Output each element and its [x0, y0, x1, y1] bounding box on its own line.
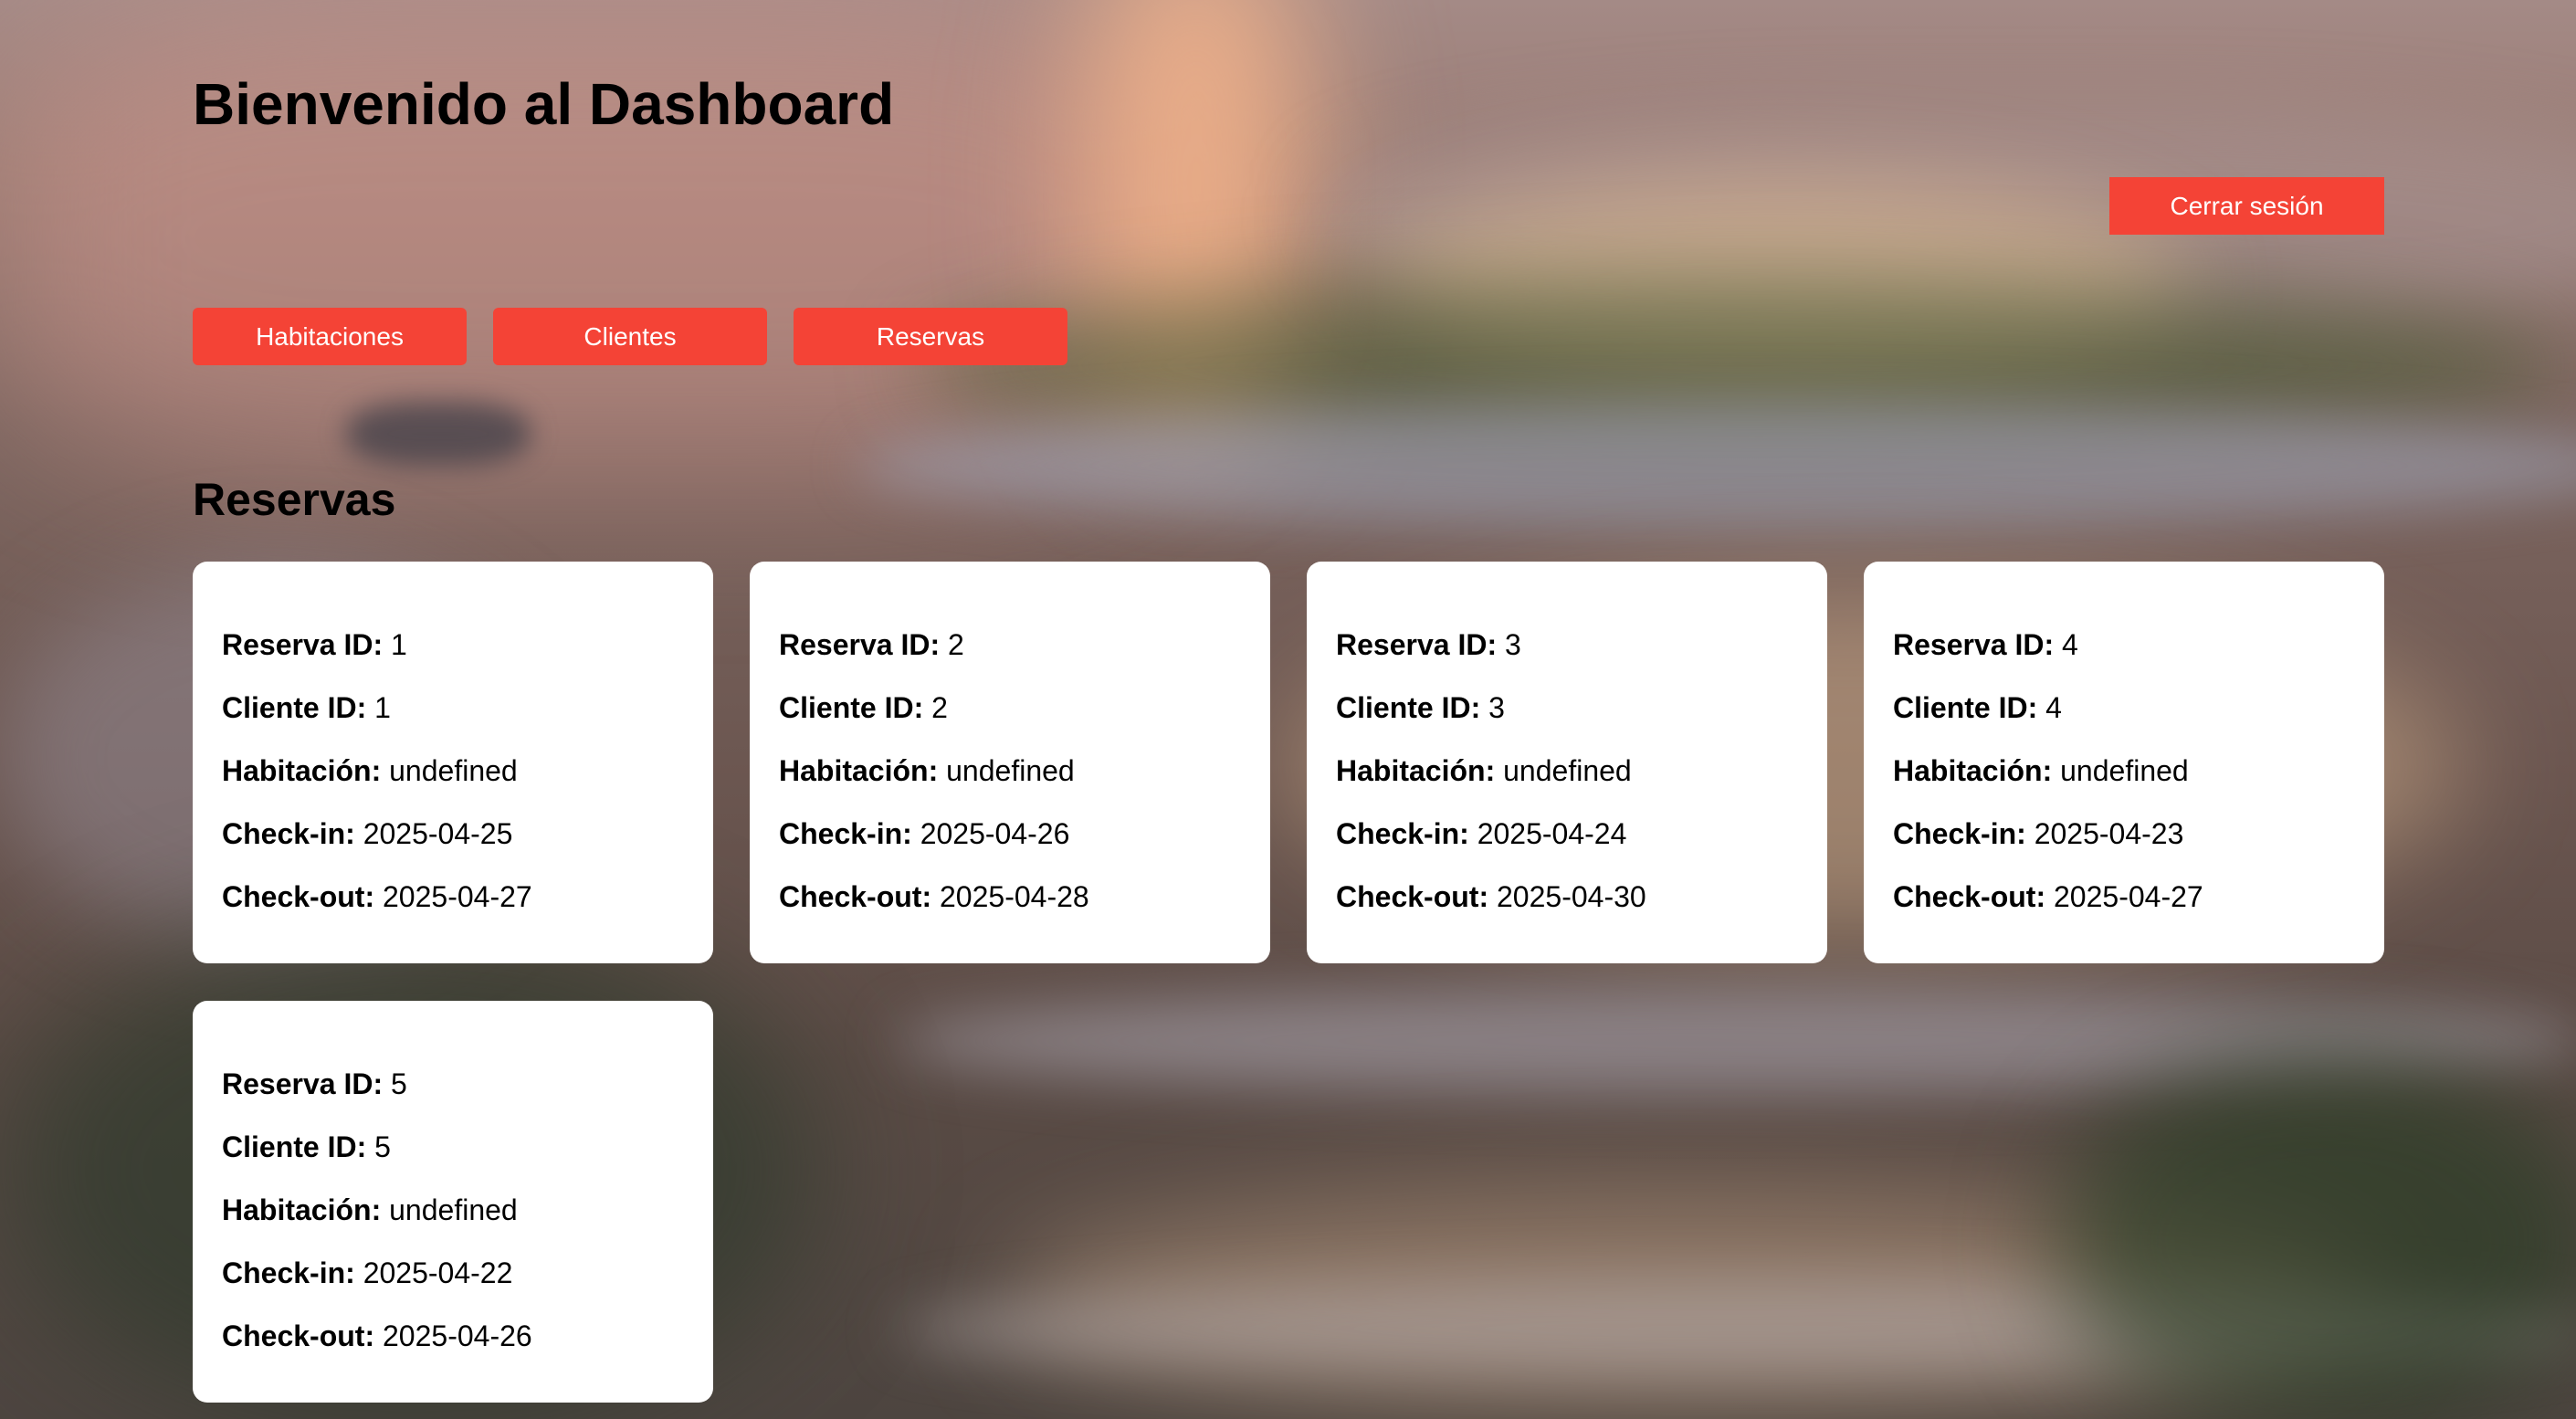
- reserva-card: Reserva ID: 1 Cliente ID: 1 Habitación: …: [193, 562, 713, 963]
- habitacion-row: Habitación: undefined: [1893, 740, 2384, 803]
- reserva-id-label: Reserva ID:: [1336, 628, 1498, 661]
- checkout-label: Check-out:: [222, 880, 375, 913]
- habitacion-label: Habitación:: [1336, 754, 1496, 787]
- cliente-id-value: 1: [374, 691, 391, 724]
- cliente-id-label: Cliente ID:: [1336, 691, 1481, 724]
- reserva-id-value: 1: [390, 628, 407, 661]
- reserva-id-row: Reserva ID: 5: [222, 1053, 713, 1116]
- habitacion-label: Habitación:: [222, 754, 382, 787]
- reserva-id-row: Reserva ID: 1: [222, 614, 713, 677]
- cliente-id-row: Cliente ID: 2: [779, 677, 1270, 740]
- checkout-row: Check-out: 2025-04-27: [222, 866, 713, 929]
- habitacion-label: Habitación:: [779, 754, 939, 787]
- reserva-card: Reserva ID: 2 Cliente ID: 2 Habitación: …: [750, 562, 1270, 963]
- cliente-id-value: 3: [1488, 691, 1505, 724]
- cliente-id-value: 4: [2045, 691, 2062, 724]
- checkout-row: Check-out: 2025-04-28: [779, 866, 1270, 929]
- habitacion-label: Habitación:: [222, 1193, 382, 1226]
- reserva-id-label: Reserva ID:: [222, 1067, 384, 1100]
- checkout-row: Check-out: 2025-04-27: [1893, 866, 2384, 929]
- cliente-id-row: Cliente ID: 5: [222, 1116, 713, 1179]
- checkin-row: Check-in: 2025-04-22: [222, 1242, 713, 1305]
- cliente-id-value: 2: [931, 691, 948, 724]
- reserva-id-row: Reserva ID: 3: [1336, 614, 1827, 677]
- habitacion-row: Habitación: undefined: [222, 1179, 713, 1242]
- checkout-value: 2025-04-27: [383, 880, 532, 913]
- cliente-id-row: Cliente ID: 4: [1893, 677, 2384, 740]
- reserva-id-value: 3: [1504, 628, 1521, 661]
- checkin-row: Check-in: 2025-04-25: [222, 803, 713, 866]
- habitacion-row: Habitación: undefined: [222, 740, 713, 803]
- checkin-row: Check-in: 2025-04-23: [1893, 803, 2384, 866]
- reserva-id-value: 5: [390, 1067, 407, 1100]
- reserva-card: Reserva ID: 4 Cliente ID: 4 Habitación: …: [1864, 562, 2384, 963]
- cliente-id-label: Cliente ID:: [222, 691, 367, 724]
- checkin-label: Check-in:: [779, 817, 912, 850]
- checkin-value: 2025-04-26: [920, 817, 1070, 850]
- nav-reservas-button[interactable]: Reservas: [794, 308, 1067, 365]
- nav-habitaciones-button[interactable]: Habitaciones: [193, 308, 467, 365]
- checkout-row: Check-out: 2025-04-30: [1336, 866, 1827, 929]
- cliente-id-label: Cliente ID:: [1893, 691, 2038, 724]
- checkin-value: 2025-04-22: [363, 1256, 513, 1289]
- reserva-id-value: 4: [2061, 628, 2078, 661]
- habitacion-row: Habitación: undefined: [779, 740, 1270, 803]
- checkin-label: Check-in:: [222, 1256, 355, 1289]
- checkin-value: 2025-04-25: [363, 817, 513, 850]
- cliente-id-row: Cliente ID: 3: [1336, 677, 1827, 740]
- checkout-value: 2025-04-26: [383, 1319, 532, 1352]
- checkin-row: Check-in: 2025-04-24: [1336, 803, 1827, 866]
- logout-button[interactable]: Cerrar sesión: [2109, 177, 2384, 235]
- checkout-value: 2025-04-27: [2054, 880, 2203, 913]
- checkin-label: Check-in:: [222, 817, 355, 850]
- checkout-value: 2025-04-30: [1497, 880, 1646, 913]
- checkin-label: Check-in:: [1893, 817, 2026, 850]
- habitacion-value: undefined: [2060, 754, 2189, 787]
- page-title: Bienvenido al Dashboard: [193, 71, 895, 137]
- reserva-card: Reserva ID: 5 Cliente ID: 5 Habitación: …: [193, 1001, 713, 1403]
- cliente-id-value: 5: [374, 1130, 391, 1163]
- cliente-id-label: Cliente ID:: [222, 1130, 367, 1163]
- reserva-id-value: 2: [947, 628, 964, 661]
- reserva-card: Reserva ID: 3 Cliente ID: 3 Habitación: …: [1307, 562, 1827, 963]
- reserva-id-label: Reserva ID:: [1893, 628, 2055, 661]
- checkout-value: 2025-04-28: [940, 880, 1089, 913]
- cliente-id-row: Cliente ID: 1: [222, 677, 713, 740]
- checkin-value: 2025-04-24: [1477, 817, 1627, 850]
- section-title: Reservas: [193, 474, 396, 525]
- nav-clientes-button[interactable]: Clientes: [493, 308, 767, 365]
- reserva-id-label: Reserva ID:: [779, 628, 941, 661]
- checkout-label: Check-out:: [222, 1319, 375, 1352]
- habitacion-row: Habitación: undefined: [1336, 740, 1827, 803]
- cliente-id-label: Cliente ID:: [779, 691, 924, 724]
- habitacion-value: undefined: [946, 754, 1075, 787]
- checkin-label: Check-in:: [1336, 817, 1469, 850]
- checkout-label: Check-out:: [1893, 880, 2046, 913]
- reserva-id-row: Reserva ID: 4: [1893, 614, 2384, 677]
- habitacion-label: Habitación:: [1893, 754, 2053, 787]
- checkin-row: Check-in: 2025-04-26: [779, 803, 1270, 866]
- checkout-label: Check-out:: [1336, 880, 1489, 913]
- checkout-row: Check-out: 2025-04-26: [222, 1305, 713, 1368]
- habitacion-value: undefined: [1503, 754, 1632, 787]
- habitacion-value: undefined: [389, 754, 518, 787]
- checkout-label: Check-out:: [779, 880, 932, 913]
- reserva-id-label: Reserva ID:: [222, 628, 384, 661]
- habitacion-value: undefined: [389, 1193, 518, 1226]
- checkin-value: 2025-04-23: [2034, 817, 2184, 850]
- reserva-id-row: Reserva ID: 2: [779, 614, 1270, 677]
